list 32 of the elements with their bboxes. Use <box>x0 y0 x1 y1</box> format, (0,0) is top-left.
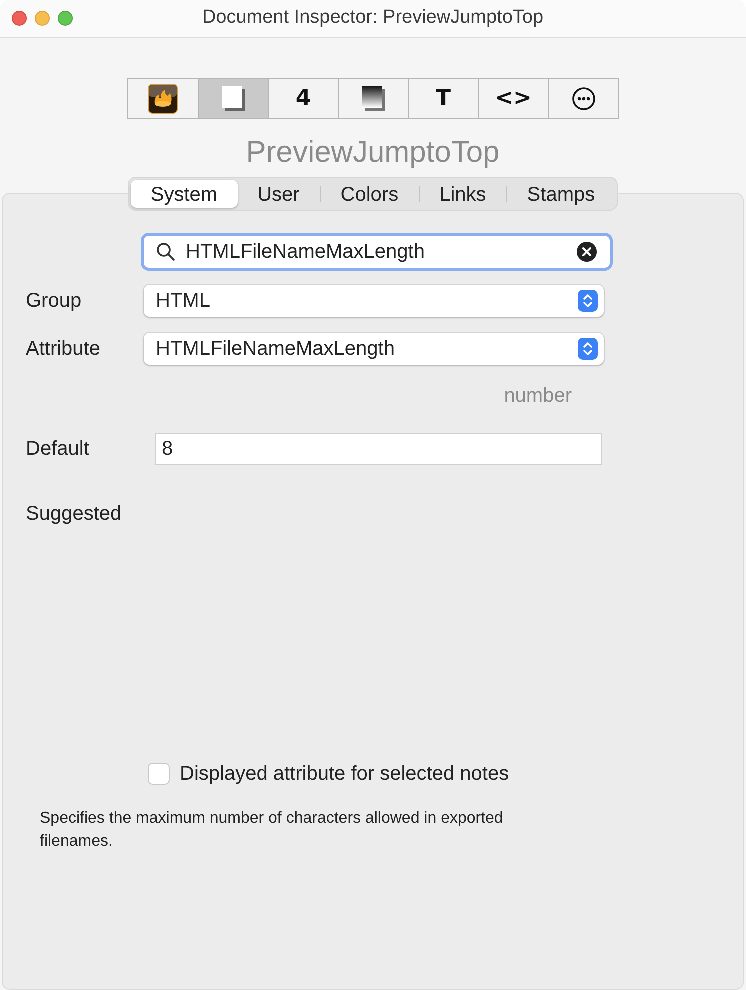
attribute-type: number <box>504 384 572 409</box>
glyph-icon: <> <box>495 88 532 110</box>
glyph-icon: 4 <box>296 88 312 110</box>
attribute-label: Attribute <box>26 337 102 362</box>
checkbox-label: Displayed attribute for selected notes <box>180 762 510 787</box>
description-text: Specifies the maximum number of characters allowed in exported filenames. <box>40 809 504 852</box>
group-label: Group <box>26 289 83 314</box>
tab[interactable]: Colors <box>320 180 419 208</box>
tab[interactable]: System <box>130 180 238 208</box>
tab[interactable]: Links <box>420 180 506 208</box>
stepper-icon <box>578 338 598 360</box>
default-label: Default <box>26 437 90 462</box>
default-field[interactable]: 8 <box>155 433 602 465</box>
tab[interactable]: Stamps <box>507 180 616 208</box>
glyph-icon: T <box>436 88 451 110</box>
flame-app-icon <box>148 84 178 114</box>
stepper-icon <box>578 290 598 312</box>
search-icon <box>156 242 176 262</box>
close-button[interactable] <box>12 11 27 26</box>
clear-icon[interactable] <box>576 241 598 263</box>
zoom-button[interactable] <box>58 11 73 26</box>
more-icon <box>572 86 596 110</box>
search-field[interactable]: HTMLFileNameMaxLength <box>141 233 613 271</box>
tab[interactable]: User <box>238 180 320 208</box>
group-select[interactable]: HTML <box>144 285 604 317</box>
suggested-label: Suggested <box>26 502 122 527</box>
page-icon <box>220 84 246 112</box>
gradient-page-icon <box>360 84 386 112</box>
attribute-select[interactable]: HTMLFileNameMaxLength <box>144 333 604 365</box>
window-title: Document Inspector: PreviewJumptoTop <box>201 6 545 30</box>
checkbox[interactable] <box>148 763 170 785</box>
document-name: PreviewJumptoTop <box>246 135 500 171</box>
